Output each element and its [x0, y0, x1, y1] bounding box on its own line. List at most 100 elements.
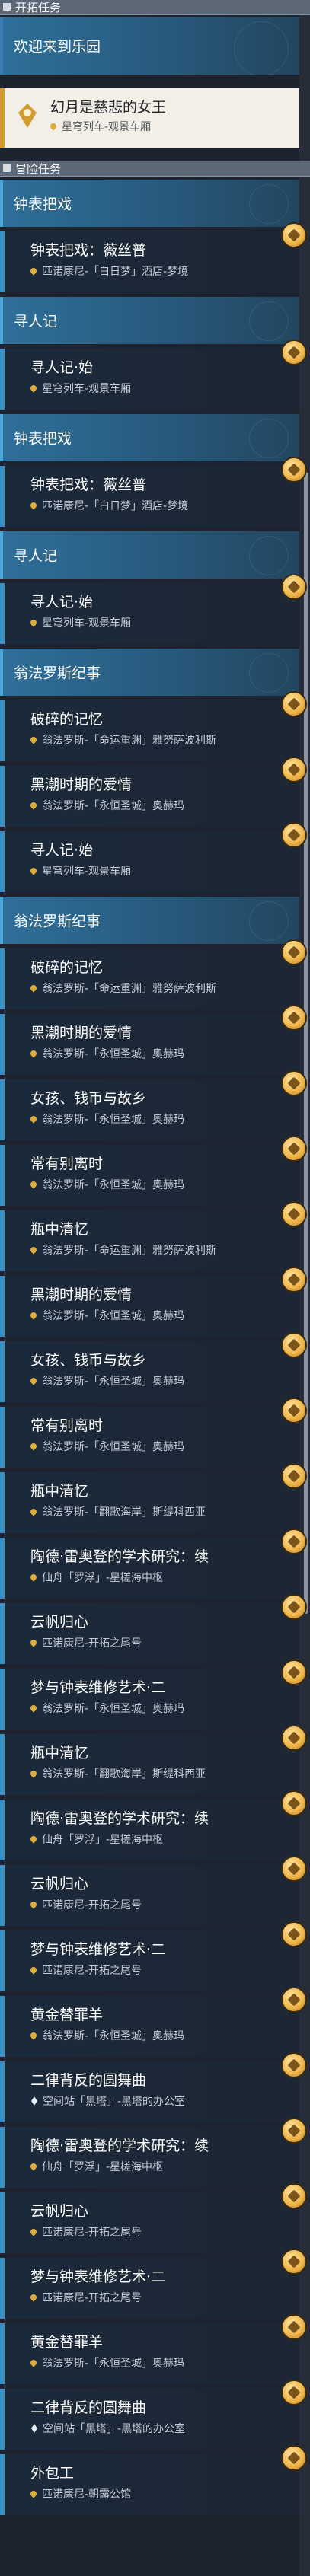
location-text: 翁法罗斯-「永恒圣城」奥赫玛: [42, 1310, 185, 1322]
location-pin-icon: [29, 1114, 38, 1124]
quest-item[interactable]: 寻人记·始 星穹列车-观景车厢: [0, 831, 299, 892]
quest-item[interactable]: 瓶中清忆 翁法罗斯-「命运重渊」雅努萨波利斯: [0, 1210, 299, 1271]
quest-group-header[interactable]: 寻人记: [0, 297, 299, 344]
quest-title: 黄金替罪羊: [30, 2007, 104, 2023]
quest-item[interactable]: 梦与钟表维修艺术·二 翁法罗斯-「永恒圣城」奥赫玛: [0, 1669, 299, 1730]
reward-coin-icon: [283, 2250, 305, 2273]
quest-item[interactable]: 女孩、钱币与故乡 翁法罗斯-「永恒圣城」奥赫玛: [0, 1341, 299, 1402]
space-station-icon: [31, 2424, 37, 2433]
quest-item[interactable]: 寻人记·始 星穹列车-观景车厢: [0, 349, 299, 410]
section-header-adventure: 冒险任务: [0, 161, 310, 177]
location-text: 匹诺康尼-「白日梦」酒店-梦境: [42, 266, 189, 278]
reward-coin-icon: [283, 341, 305, 364]
location-pin-icon: [29, 1573, 38, 1582]
quest-item[interactable]: 陶德·雷奥登的学术研究：续 仙舟「罗浮」-星槎海中枢: [0, 1538, 299, 1599]
quest-item[interactable]: 梦与钟表维修艺术·二 匹诺康尼-开拓之尾号: [0, 2258, 299, 2319]
quest-group-header[interactable]: 翁法罗斯纪事: [0, 649, 299, 696]
location-pin-icon: [29, 1245, 38, 1255]
quest-location: 翁法罗斯-「永恒圣城」奥赫玛: [29, 1308, 185, 1323]
quest-location: 翁法罗斯-「永恒圣城」奥赫玛: [29, 1046, 184, 1061]
quest-item[interactable]: 瓶中清忆 翁法罗斯-「翻歌海岸」斯缇科西亚: [0, 1472, 299, 1533]
quest-item[interactable]: 梦与钟表维修艺术·二 匹诺康尼-开拓之尾号: [0, 1930, 299, 1991]
location-text: 仙舟「罗浮」-星槎海中枢: [42, 2161, 164, 2173]
quest-item[interactable]: 常有别离时 翁法罗斯-「永恒圣城」奥赫玛: [0, 1407, 299, 1468]
quest-location: 翁法罗斯-「永恒圣城」奥赫玛: [29, 2355, 184, 2370]
quest-title: 破碎的记忆: [30, 959, 104, 976]
section-marker-icon: [3, 3, 11, 11]
quest-group-header[interactable]: 翁法罗斯纪事: [0, 897, 299, 944]
quest-item[interactable]: 破碎的记忆 翁法罗斯-「命运重渊」雅努萨波利斯: [0, 700, 299, 761]
quest-item[interactable]: 陶德·雷奥登的学术研究：续 仙舟「罗浮」-星槎海中枢: [0, 2127, 299, 2188]
location-pin-icon: [29, 801, 38, 810]
quest-title: 女孩、钱币与故乡: [30, 1090, 147, 1107]
location-pin-icon: [29, 984, 38, 993]
quest-item[interactable]: 钟表把戏：薇丝普 匹诺康尼-「白日梦」酒店-梦境: [0, 231, 299, 292]
reward-coin-icon: [283, 2054, 305, 2077]
quest-item[interactable]: 黑潮时期的爱情 翁法罗斯-「永恒圣城」奥赫玛: [0, 766, 299, 827]
quest-item[interactable]: 黄金替罪羊翁法罗斯-「永恒圣城」奥赫玛: [0, 2323, 299, 2384]
location-text: 匹诺康尼-开拓之尾号: [42, 2292, 142, 2304]
location-pin-icon: [29, 266, 38, 276]
location-text: 翁法罗斯-「永恒圣城」奥赫玛: [42, 1441, 185, 1453]
quest-item[interactable]: 二律背反的圆舞曲 空间站「黑塔」-黑塔的办公室: [0, 2389, 299, 2450]
location-pin-icon: [29, 2227, 38, 2236]
location-text: 翁法罗斯-「命运重渊」雅努萨波利斯: [42, 735, 217, 747]
quest-group-header[interactable]: 钟表把戏: [0, 180, 299, 227]
quest-item[interactable]: 钟表把戏：薇丝普 匹诺康尼-「白日梦」酒店-梦境: [0, 466, 299, 527]
reward-coin-icon: [283, 575, 305, 598]
quest-item[interactable]: 云帆归心 匹诺康尼-开拓之尾号: [0, 2192, 299, 2253]
location-text: 翁法罗斯-「永恒圣城」奥赫玛: [42, 1703, 185, 1715]
scrollbar-thumb[interactable]: [304, 472, 308, 1614]
quest-item[interactable]: 外包工 匹诺康尼-朝露公馆: [0, 2454, 299, 2515]
quest-title: 黄金替罪羊: [30, 2334, 104, 2351]
quest-item[interactable]: 云帆归心 匹诺康尼-开拓之尾号: [0, 1603, 299, 1664]
group-title: 寻人记: [14, 313, 58, 330]
reward-coin-icon: [283, 1137, 305, 1160]
quest-location: 星穹列车-观景车厢: [49, 119, 151, 134]
quest-item[interactable]: 黑潮时期的爱情翁法罗斯-「永恒圣城」奥赫玛: [0, 1014, 299, 1075]
opening-quest-welcome[interactable]: 欢迎来到乐园: [0, 17, 299, 75]
reward-coin-icon: [283, 1268, 305, 1291]
quest-location: 仙舟「罗浮」-星槎海中枢: [29, 1832, 164, 1847]
quest-location: 匹诺康尼-开拓之尾号: [29, 1962, 142, 1978]
location-text: 星穹列车-观景车厢: [42, 383, 132, 395]
emblem-icon: [249, 536, 289, 575]
quest-title: 钟表把戏：薇丝普: [30, 477, 147, 493]
reward-coin-icon: [283, 1530, 305, 1553]
quest-item[interactable]: 二律背反的圆舞曲 空间站「黑塔」-黑塔的办公室: [0, 2061, 299, 2122]
quest-item[interactable]: 破碎的记忆翁法罗斯-「命运重渊」雅努萨波利斯: [0, 948, 299, 1009]
location-text: 翁法罗斯-「命运重渊」雅努萨波利斯: [42, 983, 217, 995]
quest-location: 翁法罗斯-「翻歌海岸」斯缇科西亚: [29, 1504, 206, 1519]
location-pin-icon: [29, 501, 38, 510]
reward-coin-icon: [283, 824, 305, 846]
quest-item[interactable]: 云帆归心 匹诺康尼-开拓之尾号: [0, 1865, 299, 1926]
quest-item[interactable]: 女孩、钱币与故乡 翁法罗斯-「永恒圣城」奥赫玛: [0, 1079, 299, 1140]
quest-location: 星穹列车-观景车厢: [29, 381, 132, 396]
reward-coin-icon: [283, 2119, 305, 2142]
quest-title: 云帆归心: [30, 2203, 89, 2220]
quest-item[interactable]: 黑潮时期的爱情翁法罗斯-「永恒圣城」奥赫玛: [0, 1276, 299, 1337]
group-title: 翁法罗斯纪事: [14, 913, 101, 930]
quest-item[interactable]: 常有别离时 翁法罗斯-「永恒圣城」奥赫玛: [0, 1145, 299, 1206]
quest-group-header[interactable]: 钟表把戏: [0, 414, 299, 461]
quest-title: 黑潮时期的爱情: [30, 1025, 133, 1041]
opening-quest-selected[interactable]: 幻月是慈悲的女王 星穹列车-观景车厢: [0, 88, 299, 148]
quest-item[interactable]: 寻人记·始 星穹列车-观景车厢: [0, 583, 299, 644]
section-label: 开拓任务: [15, 1, 62, 14]
quest-group-header[interactable]: 寻人记: [0, 531, 299, 579]
quest-title: 陶德·雷奥登的学术研究：续: [30, 1810, 209, 1827]
quest-location: 空间站「黑塔」-黑塔的办公室: [30, 2093, 185, 2109]
emblem-icon: [249, 419, 289, 458]
location-pin-icon: [29, 2162, 38, 2171]
quest-item[interactable]: 陶德·雷奥登的学术研究：续仙舟「罗浮」-星槎海中枢: [0, 1800, 299, 1860]
location-text: 仙舟「罗浮」-星槎海中枢: [42, 1572, 164, 1584]
quest-list-panel: 开拓任务 欢迎来到乐园 幻月是慈悲的女王 星穹列车-观景车厢 冒险任务 钟表把戏…: [0, 0, 310, 2576]
quest-title: 黑潮时期的爱情: [30, 776, 133, 793]
quest-title: 黑潮时期的爱情: [30, 1286, 133, 1303]
location-pin-icon: [29, 2358, 38, 2367]
quest-item[interactable]: 瓶中清忆 翁法罗斯-「翻歌海岸」斯缇科西亚: [0, 1734, 299, 1795]
location-text: 仙舟「罗浮」-星槎海中枢: [42, 1834, 164, 1846]
reward-coin-icon: [283, 1857, 305, 1880]
quest-title: 幻月是慈悲的女王: [50, 99, 167, 116]
quest-item[interactable]: 黄金替罪羊 翁法罗斯-「永恒圣城」奥赫玛: [0, 1996, 299, 2057]
